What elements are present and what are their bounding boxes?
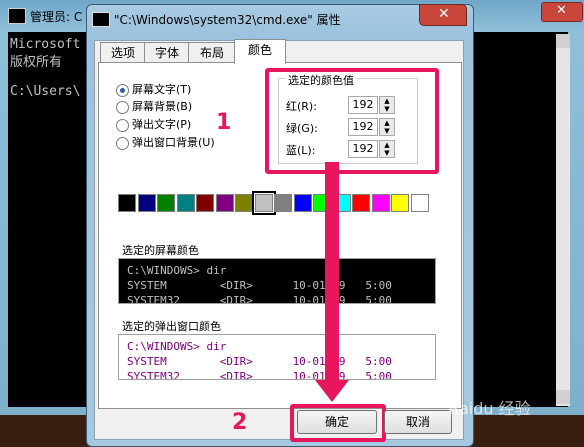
tab-font[interactable]: 字体 [144, 42, 190, 63]
annotation-step-2: 2 [232, 410, 248, 435]
color-swatch[interactable] [293, 194, 312, 212]
tab-layout[interactable]: 布局 [188, 42, 236, 63]
console-line: C:\Users\ [10, 84, 81, 99]
radio-indicator[interactable] [116, 100, 129, 114]
radio-indicator[interactable] [116, 83, 129, 97]
screen-color-preview: C:\WINDOWS> dir SYSTEM <DIR> 10-01-99 5:… [118, 258, 436, 304]
background-scrollbar[interactable] [556, 34, 570, 406]
preview-line: SYSTEM <DIR> 10-01-99 5:00 [127, 279, 392, 292]
radio-indicator[interactable] [116, 136, 129, 150]
ok-button[interactable]: 确定 [297, 410, 377, 434]
radio-screen-background[interactable]: 屏幕背景(B) [116, 99, 192, 115]
color-swatch[interactable] [215, 194, 234, 212]
annotation-step-1: 1 [216, 110, 232, 135]
popup-color-preview: C:\WINDOWS> dir SYSTEM <DIR> 10-01-99 5:… [118, 334, 436, 380]
preview-line: C:\WINDOWS> dir [127, 264, 227, 277]
screen-preview-label: 选定的屏幕颜色 [122, 244, 199, 257]
cmd-icon [92, 12, 110, 27]
color-swatch[interactable] [137, 194, 156, 212]
background-close-button[interactable]: ✕ [541, 2, 583, 22]
preview-line: SYSTEM32 <DIR> 10-01-99 5:00 [127, 294, 392, 304]
watermark: Baidu 经验 [448, 399, 531, 418]
close-icon: ✕ [438, 6, 450, 22]
background-window-title: 管理员: C [30, 10, 83, 24]
scroll-down-button[interactable] [556, 390, 570, 404]
console-line: Microsoft [10, 37, 81, 52]
color-swatch[interactable] [118, 194, 136, 212]
console-line: 版权所有 [10, 55, 63, 70]
radio-label: 弹出窗口背景(U) [132, 136, 215, 149]
tab-options[interactable]: 选项 [100, 42, 146, 63]
color-swatch[interactable] [176, 194, 195, 212]
preview-line: SYSTEM <DIR> 10-01-99 5:00 [127, 355, 392, 368]
radio-label: 屏幕背景(B) [132, 100, 193, 113]
radio-screen-text[interactable]: 屏幕文字(T) [116, 82, 191, 98]
annotation-arrow-head [315, 380, 349, 402]
radio-indicator[interactable] [116, 118, 129, 132]
dialog-title: "C:\Windows\system32\cmd.exe" 属性 [114, 13, 341, 27]
radio-popup-background[interactable]: 弹出窗口背景(U) [116, 135, 215, 151]
cmd-icon [8, 8, 26, 24]
radio-label: 屏幕文字(T) [132, 83, 192, 96]
color-swatch[interactable] [235, 194, 253, 212]
color-swatch[interactable] [274, 194, 292, 212]
color-swatch[interactable] [410, 194, 429, 212]
radio-popup-text[interactable]: 弹出文字(P) [116, 117, 191, 133]
highlight-box-color-values [265, 68, 439, 174]
color-swatch[interactable] [371, 194, 390, 212]
annotation-arrow-shaft [325, 162, 339, 382]
color-swatch[interactable] [157, 194, 175, 212]
dialog-close-button[interactable]: ✕ [419, 4, 467, 26]
color-swatch[interactable] [251, 191, 276, 215]
preview-line: SYSTEM32 <DIR> 10-01-99 5:00 [127, 370, 392, 380]
color-swatch[interactable] [391, 194, 409, 212]
popup-preview-label: 选定的弹出窗口颜色 [122, 320, 221, 333]
color-swatch[interactable] [196, 194, 214, 212]
preview-line: C:\WINDOWS> dir [127, 340, 227, 353]
cancel-button[interactable]: 取消 [384, 410, 452, 434]
radio-label: 弹出文字(P) [132, 118, 192, 131]
tab-colors[interactable]: 颜色 [234, 39, 286, 64]
close-icon: ✕ [556, 3, 567, 18]
color-swatch[interactable] [352, 194, 370, 212]
scroll-up-button[interactable] [556, 34, 570, 48]
